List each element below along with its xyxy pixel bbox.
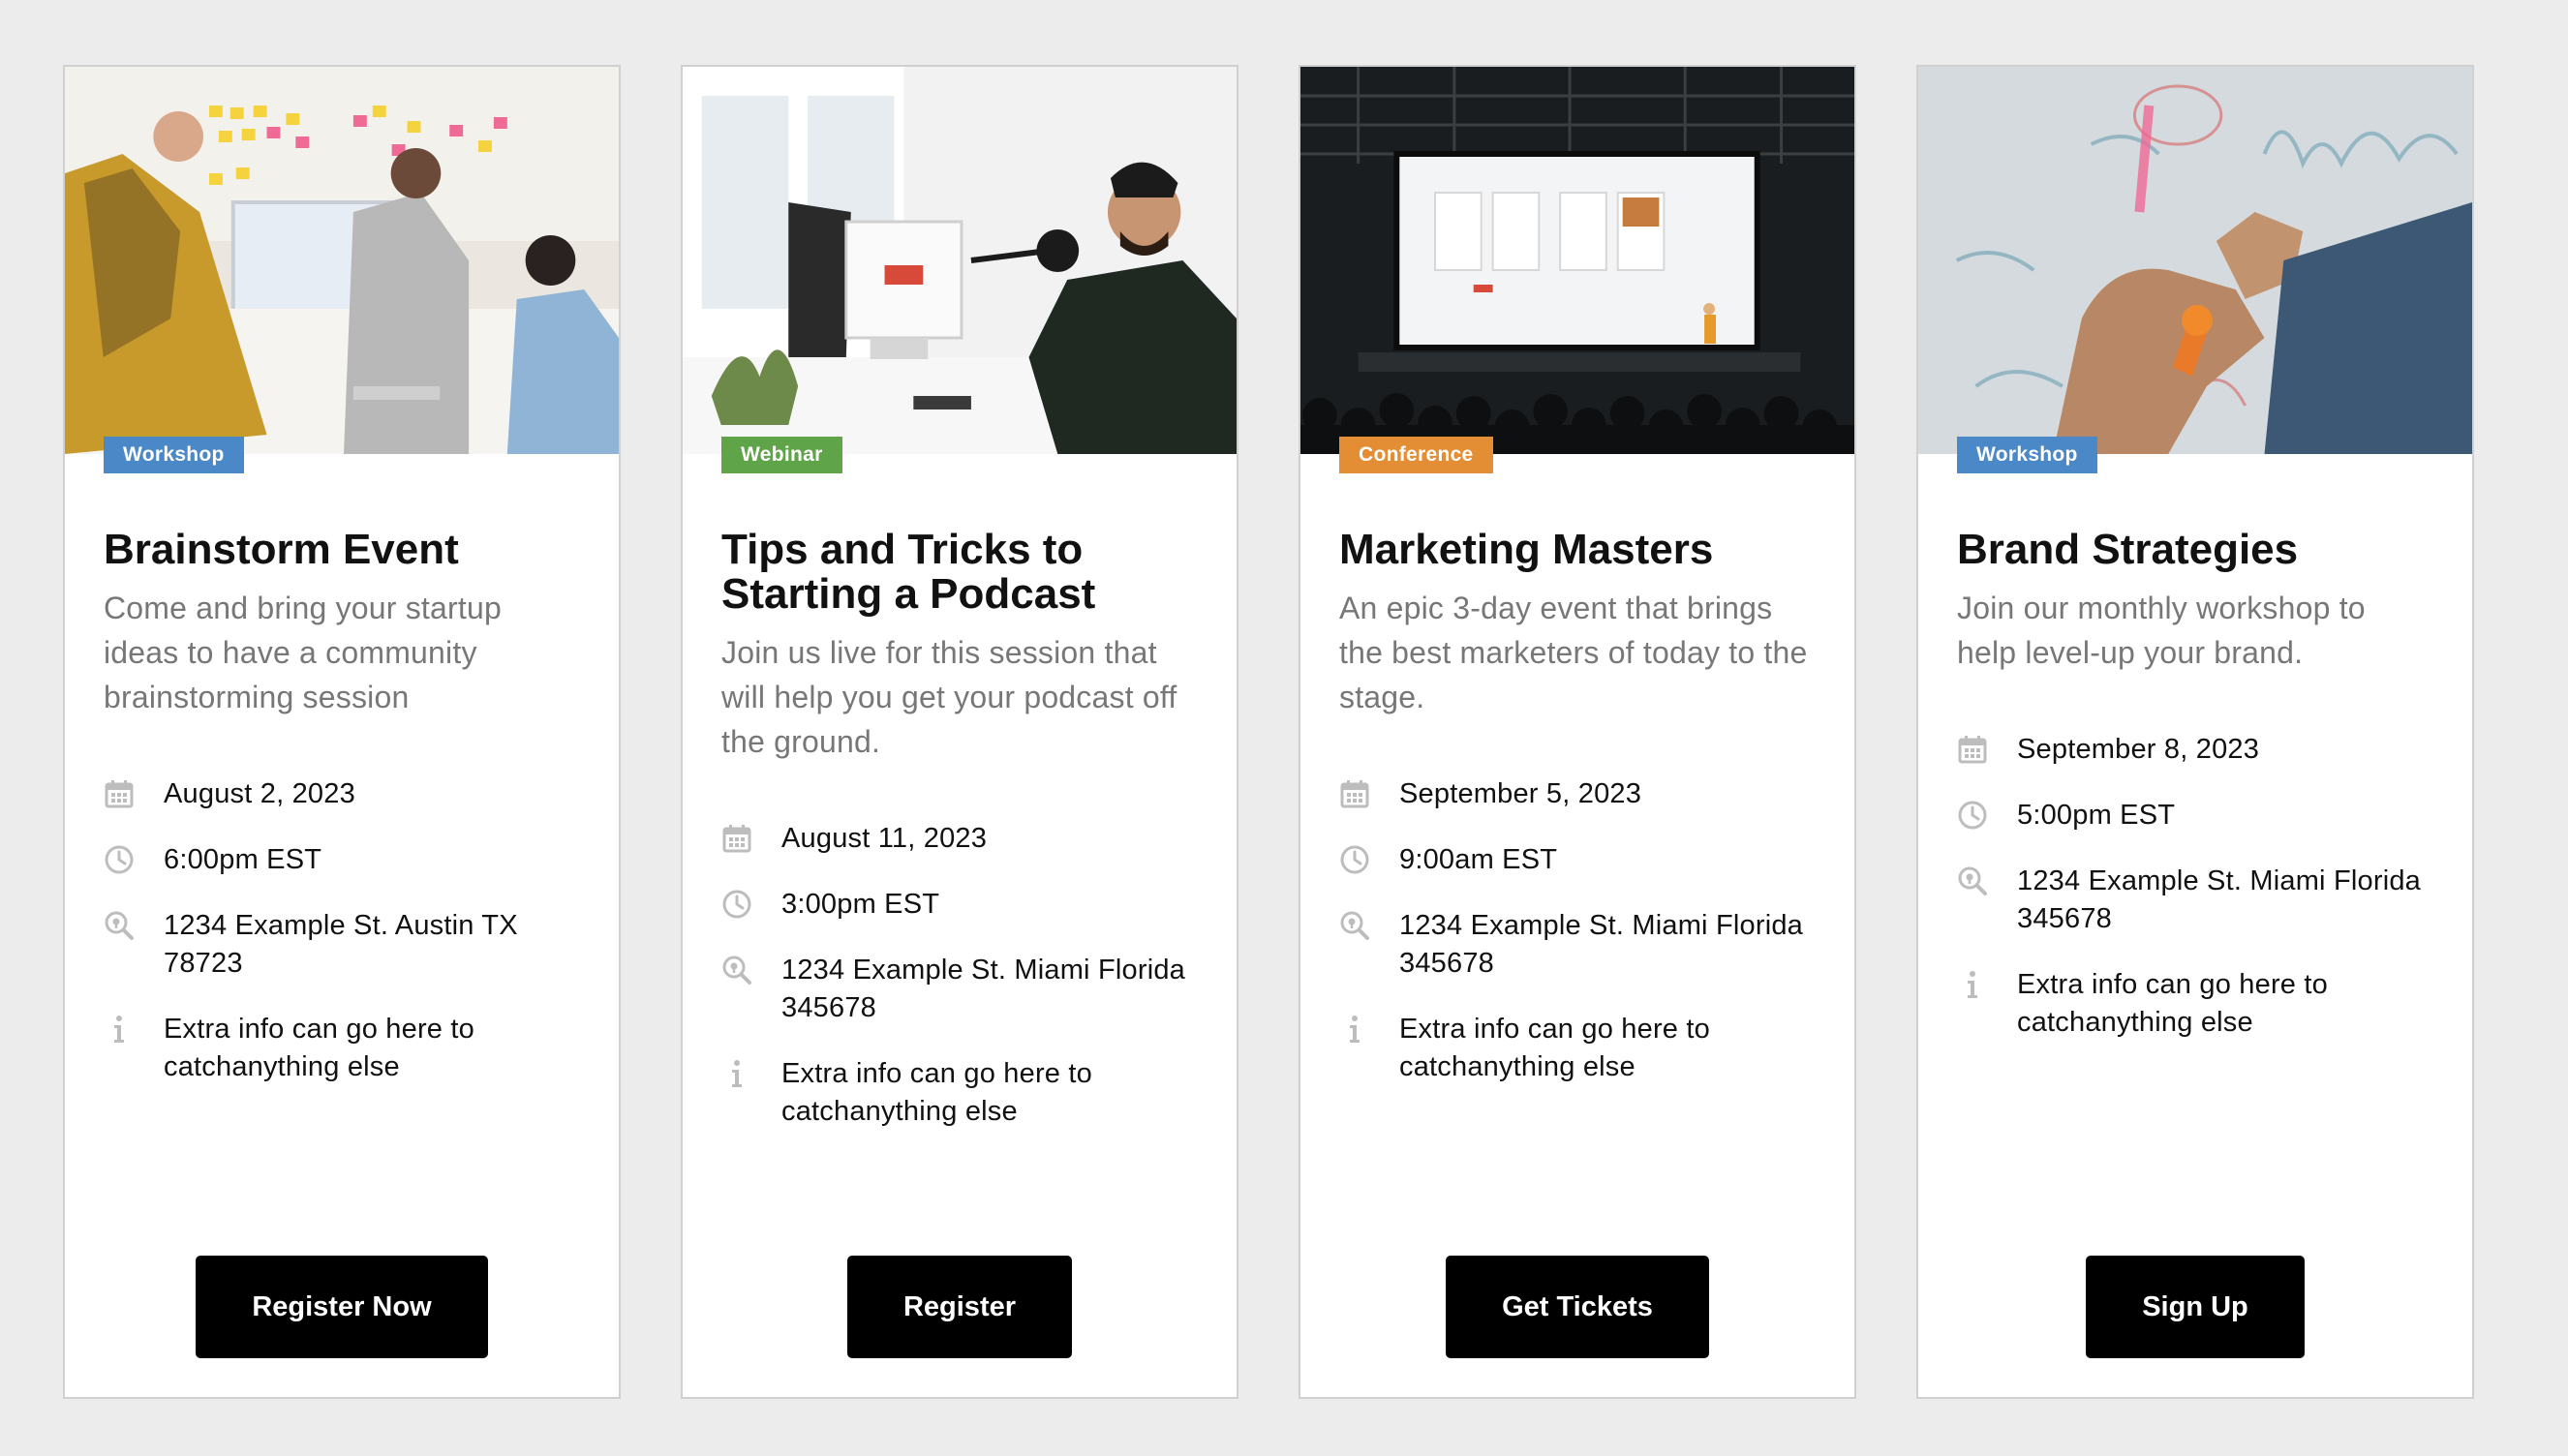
info-icon [1957,966,2017,1000]
event-card: Conference Marketing Masters An epic 3-d… [1299,65,1856,1399]
event-card-list: Workshop Brainstorm Event Come and bring… [63,65,2474,1399]
event-card: Workshop Brainstorm Event Come and bring… [63,65,621,1399]
event-extra-info: Extra info can go here to catchanything … [164,1014,474,1082]
event-card: Workshop Brand Strategies Join our month… [1916,65,2474,1399]
location-search-icon [104,907,164,941]
event-extra-info: Extra info can go here to catchanything … [781,1058,1092,1127]
event-image [1918,67,2472,454]
event-location: 1234 Example St. Miami Florida 345678 [1399,910,1803,979]
event-image [683,67,1237,454]
event-date: August 2, 2023 [164,778,355,809]
event-description: Join us live for this session that will … [721,635,1177,759]
event-info-row: Extra info can go here to catchanything … [104,1011,580,1086]
event-date-row: August 11, 2023 [721,820,1198,858]
event-title: Tips and Tricks to Starting a Podcast [721,526,1096,618]
location-search-icon [1339,907,1399,941]
register-now-button[interactable]: Register Now [196,1256,488,1358]
event-image-container: Webinar [683,67,1237,473]
calendar-icon [1339,775,1399,809]
event-time: 6:00pm EST [164,844,322,875]
category-badge: Conference [1339,437,1493,473]
event-info-row: Extra info can go here to catchanything … [1957,966,2433,1042]
event-description: Join our monthly workshop to help level-… [1957,591,2366,670]
clock-icon [1339,841,1399,875]
event-location-row: 1234 Example St. Miami Florida 345678 [1339,907,1816,983]
event-image [1300,67,1854,454]
event-date-row: August 2, 2023 [104,775,580,813]
event-date: September 5, 2023 [1399,778,1642,809]
calendar-icon [104,775,164,809]
event-extra-info: Extra info can go here to catchanything … [1399,1014,1710,1082]
category-badge: Webinar [721,437,842,473]
clock-icon [104,841,164,875]
event-image-container: Workshop [65,67,619,473]
event-time-row: 3:00pm EST [721,886,1198,924]
event-image [65,67,619,454]
event-location: 1234 Example St. Miami Florida 345678 [781,955,1185,1023]
category-badge: Workshop [104,437,244,473]
event-time-row: 9:00am EST [1339,841,1816,879]
event-date-row: September 8, 2023 [1957,731,2433,769]
event-time-row: 5:00pm EST [1957,797,2433,834]
calendar-icon [1957,731,2017,765]
clock-icon [1957,797,2017,831]
event-description: Come and bring your startup ideas to hav… [104,591,502,714]
register-button[interactable]: Register [846,1256,1073,1358]
event-title: Brand Strategies [1957,526,2299,573]
event-image-container: Conference [1300,67,1854,473]
info-icon [721,1055,781,1089]
event-image-container: Workshop [1918,67,2472,473]
info-icon [104,1011,164,1045]
event-description: An epic 3-day event that brings the best… [1339,591,1808,714]
event-time: 9:00am EST [1399,844,1558,875]
category-badge: Workshop [1957,437,2097,473]
event-date: September 8, 2023 [2017,734,2260,765]
event-date-row: September 5, 2023 [1339,775,1816,813]
location-search-icon [1957,863,2017,896]
event-card: Webinar Tips and Tricks to Starting a Po… [681,65,1238,1399]
event-location: 1234 Example St. Austin TX 78723 [164,910,518,979]
event-info-row: Extra info can go here to catchanything … [721,1055,1198,1131]
get-tickets-button[interactable]: Get Tickets [1446,1256,1709,1358]
event-location: 1234 Example St. Miami Florida 345678 [2017,865,2421,934]
info-icon [1339,1011,1399,1045]
event-location-row: 1234 Example St. Miami Florida 345678 [1957,863,2433,938]
event-date: August 11, 2023 [781,823,988,854]
event-extra-info: Extra info can go here to catchanything … [2017,969,2328,1038]
event-info-row: Extra info can go here to catchanything … [1339,1011,1816,1086]
event-time-row: 6:00pm EST [104,841,580,879]
location-search-icon [721,952,781,986]
event-location-row: 1234 Example St. Miami Florida 345678 [721,952,1198,1027]
event-time: 5:00pm EST [2017,800,2176,831]
calendar-icon [721,820,781,854]
event-time: 3:00pm EST [781,889,940,920]
event-title: Marketing Masters [1339,526,1714,573]
event-location-row: 1234 Example St. Austin TX 78723 [104,907,580,983]
sign-up-button[interactable]: Sign Up [2086,1256,2305,1358]
event-title: Brainstorm Event [104,526,459,573]
clock-icon [721,886,781,920]
